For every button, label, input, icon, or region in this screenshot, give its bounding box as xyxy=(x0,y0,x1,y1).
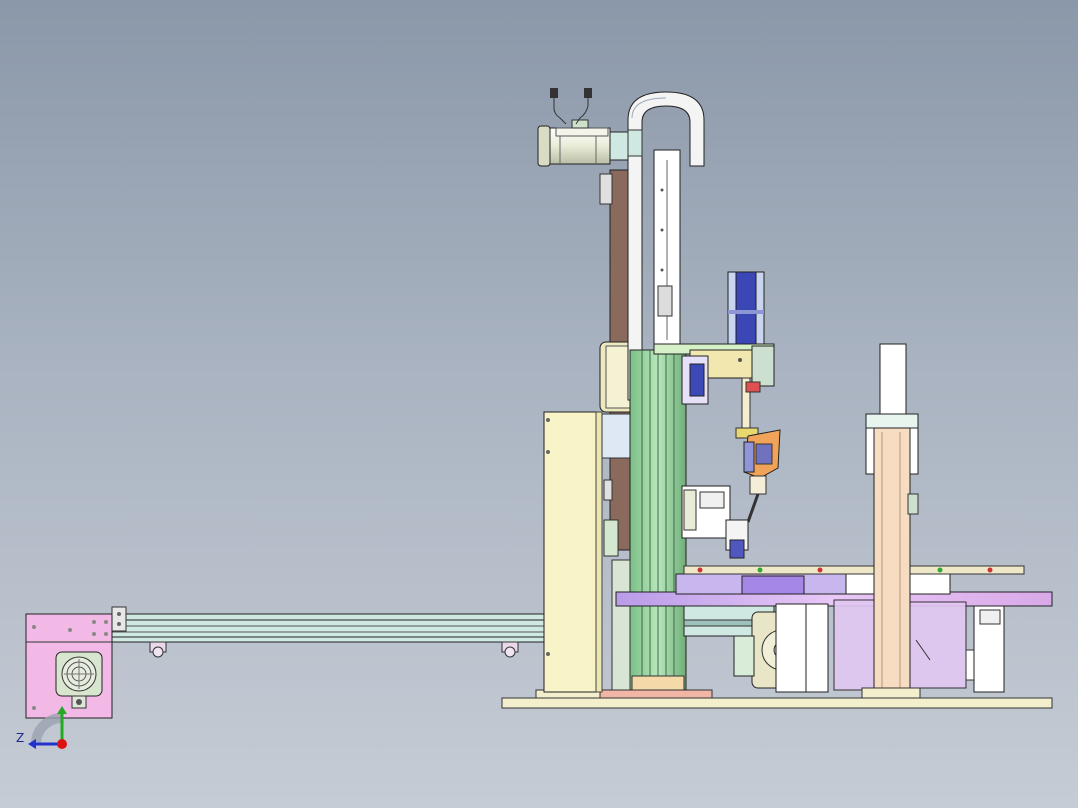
motor-cable-left xyxy=(550,88,567,125)
z-axis-label: Z xyxy=(16,731,25,745)
bracket-right[interactable] xyxy=(973,605,1005,693)
conveyor-foot-right[interactable] xyxy=(501,641,519,658)
horizontal-conveyor[interactable] xyxy=(109,606,547,643)
dispense-valve[interactable] xyxy=(735,377,761,439)
gripper-head[interactable] xyxy=(743,429,781,523)
linear-module[interactable] xyxy=(653,149,681,351)
base-plate[interactable] xyxy=(501,697,1053,709)
conveyor-foot-left[interactable] xyxy=(149,641,167,658)
cad-viewport[interactable]: Z xyxy=(0,0,1078,808)
bracket-left[interactable] xyxy=(775,603,829,693)
control-cabinet[interactable] xyxy=(543,411,603,693)
cylinder-actuator[interactable] xyxy=(727,271,765,345)
base-plate-pink-pad[interactable] xyxy=(599,689,713,699)
picker-block[interactable] xyxy=(681,485,749,559)
motor-cable-right xyxy=(575,88,592,125)
servo-motor[interactable] xyxy=(537,119,629,167)
machine-assembly-drawing[interactable] xyxy=(0,0,1078,808)
x-axis-dot xyxy=(57,739,67,749)
